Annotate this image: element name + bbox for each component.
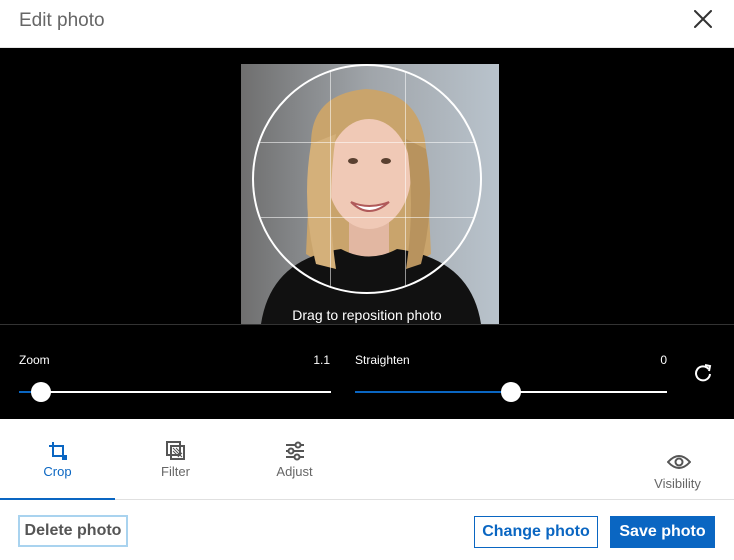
dialog-footer: Delete photo Change photo Save photo [0,500,734,560]
zoom-slider-track[interactable] [19,391,331,393]
adjust-controls: Zoom 1.1 Straighten 0 [0,324,734,419]
reset-rotation-button[interactable] [691,361,715,385]
tab-adjust[interactable]: Adjust [237,419,352,500]
tab-crop-label: Crop [43,464,72,479]
tab-filter-label: Filter [161,464,190,479]
edit-tabs: Crop Filter Adjust Visibility [0,419,734,500]
straighten-value: 0 [660,353,667,367]
crop-circle[interactable] [252,64,482,294]
straighten-slider-thumb[interactable] [501,382,521,402]
zoom-label: Zoom [19,353,50,367]
zoom-value: 1.1 [313,353,330,367]
crop-grid-line [254,142,480,143]
change-photo-button[interactable]: Change photo [474,516,598,548]
close-icon [694,10,712,28]
zoom-slider-thumb[interactable] [30,382,51,402]
photo-stage[interactable]: Drag to reposition photo [0,48,734,324]
delete-photo-button[interactable]: Delete photo [18,515,128,547]
tab-filter[interactable]: Filter [118,419,233,500]
straighten-slider-fill [355,391,511,393]
crop-grid-line [330,66,331,292]
save-photo-button[interactable]: Save photo [610,516,715,548]
dialog-header: Edit photo [0,0,734,48]
dialog-title: Edit photo [19,10,105,31]
eye-icon [667,455,691,469]
sliders-icon [286,441,304,461]
crop-grid-line [254,217,480,218]
straighten-label: Straighten [355,353,410,367]
tab-visibility[interactable]: Visibility [620,419,734,500]
tab-adjust-label: Adjust [276,464,313,479]
close-button[interactable] [690,6,716,32]
tab-visibility-label: Visibility [654,476,701,491]
crop-icon [49,442,67,460]
filter-icon [166,441,185,460]
rotate-reset-icon [695,364,712,382]
crop-grid-line [405,66,406,292]
drag-hint: Drag to reposition photo [292,307,442,323]
tab-crop[interactable]: Crop [0,419,115,500]
